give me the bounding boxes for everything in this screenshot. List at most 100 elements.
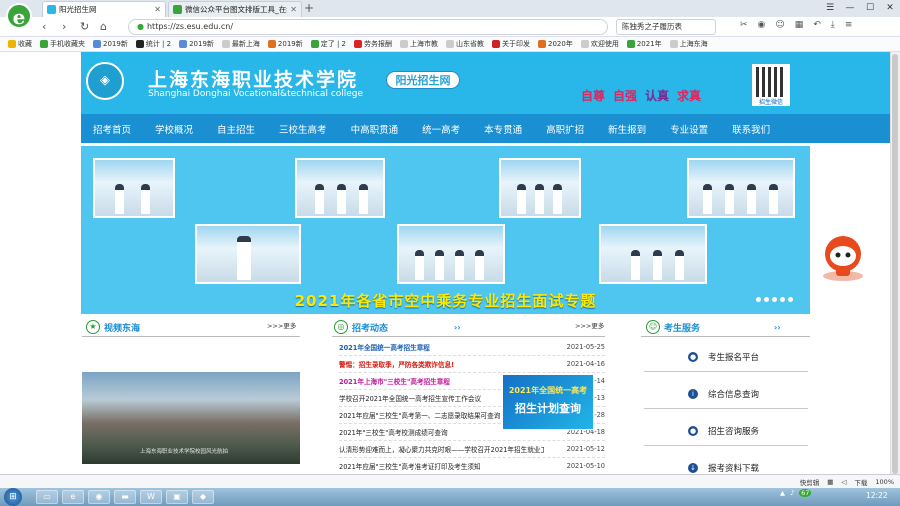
bookmark-item[interactable]: 2020年 [538, 39, 573, 49]
taskbar-explorer-icon[interactable]: ▭ [36, 490, 58, 504]
divider [82, 336, 300, 337]
minimize-icon[interactable]: — [840, 0, 860, 17]
bookmark-item[interactable]: 山东省教 [446, 39, 484, 49]
bookmark-item[interactable]: 2021年 [626, 39, 662, 49]
banner-photo [93, 158, 175, 218]
taskbar-folder-icon[interactable]: ▬ [114, 490, 136, 504]
wechat-qr-code: 招生微信 [752, 64, 790, 106]
nav-home[interactable]: 招考首页 [93, 122, 131, 136]
browser-logo-icon[interactable]: e [6, 3, 32, 29]
new-tab-icon[interactable]: + [304, 1, 314, 15]
nav-bachelor-link[interactable]: 本专贯通 [484, 122, 522, 136]
network-icon[interactable]: ▲ [780, 489, 785, 497]
nav-national-exam[interactable]: 统一高考 [422, 122, 460, 136]
tray-badge[interactable]: 67 [799, 489, 812, 497]
school-emblem-icon: ◈ [86, 62, 124, 100]
news-item[interactable]: 2021年应届"三校生"高考准考证打印及考生须知 2021-05-10 [339, 458, 605, 475]
quick-edit-button[interactable]: 快剪辑 [800, 477, 820, 487]
volume-icon[interactable]: ♪ [790, 489, 794, 497]
banner-photo [499, 158, 581, 218]
bookmark-item[interactable]: 2019新 [267, 39, 303, 49]
browser-search-input[interactable]: 陈独秀之子履历表 [616, 19, 716, 35]
chat-robot-icon[interactable] [818, 232, 868, 284]
refresh-icon[interactable]: ↻ [80, 20, 89, 33]
school-motto: 自尊 自强 认真 求真 [580, 87, 702, 104]
bookmark-item[interactable]: 2019新 [93, 39, 128, 49]
service-label: 考生报名平台 [708, 352, 760, 363]
nav-registration[interactable]: 新生报到 [608, 122, 646, 136]
video-section-header: ★ 视频东海 [86, 320, 140, 334]
maximize-icon[interactable]: ☐ [860, 0, 880, 17]
bookmark-item[interactable]: 欢迎使用 [580, 39, 619, 49]
nav-majors[interactable]: 专业设置 [670, 122, 708, 136]
scissors-icon[interactable]: ✂ [740, 20, 748, 30]
forward-icon[interactable]: › [62, 20, 66, 33]
news-section-title: 招考动态 [352, 323, 389, 334]
bookmark-item[interactable]: 劳务报酬 [354, 39, 392, 49]
service-link[interactable]: ● 招生咨询服务 [644, 416, 808, 446]
system-tray: ▲ ♪ 67 [780, 489, 812, 497]
school-name-en: Shanghai Donghai Vocational&technical co… [148, 89, 364, 99]
popup-line-1: 2021年全国统一高考 [508, 386, 588, 395]
video-more-link[interactable]: >>>更多 [267, 320, 296, 330]
bookmark-item[interactable]: 上海东海 [669, 39, 708, 49]
start-button-icon[interactable]: ⊞ [4, 488, 22, 506]
status-download-button[interactable]: 下载 [854, 477, 867, 487]
news-item[interactable]: 警惕：招生录取季，严防各类欺诈信息! 2021-04-16 [339, 356, 605, 373]
bookmark-item[interactable]: 手机收藏夹 [40, 39, 85, 49]
news-item[interactable]: 认清形势迎难而上，凝心聚力共克时艰——学校召开2021年招生就业工作会议 202… [339, 441, 605, 458]
service-link[interactable]: ● 考生报名平台 [644, 342, 808, 372]
tab-active[interactable]: 阳光招生网 ✕ [42, 1, 166, 17]
taskbar-browser-icon[interactable]: e [62, 490, 84, 504]
service-link[interactable]: i 综合信息查询 [644, 379, 808, 409]
address-bar[interactable]: ● https://zs.esu.edu.cn/ [128, 19, 608, 35]
bookmark-item[interactable]: 2019新 [179, 39, 214, 49]
back-icon[interactable]: ‹ [42, 20, 46, 33]
bookmark-item[interactable]: 最新上海 [221, 39, 260, 49]
menu-icon[interactable]: ≡ [845, 20, 853, 30]
bookmark-item[interactable]: 上海市教 [400, 39, 438, 49]
nav-about[interactable]: 学校概况 [155, 122, 193, 136]
nav-contact[interactable]: 联系我们 [732, 122, 770, 136]
news-more-link[interactable]: >>>更多 [575, 320, 604, 330]
browser-status-bar: 快剪辑 ▦ ◁ 下载 100% [0, 474, 900, 488]
nav-self-enrollment[interactable]: 自主招生 [217, 122, 255, 136]
home-icon[interactable]: ⌂ [100, 20, 107, 33]
banner-photo [295, 158, 385, 218]
news-title: 2021年全国统一高考招生章程 [339, 344, 430, 352]
nav-expansion[interactable]: 高职扩招 [546, 122, 584, 136]
download-icon[interactable]: ⤓ [831, 20, 835, 30]
taskbar-app-icon[interactable]: ▣ [166, 490, 188, 504]
menu-icon[interactable]: ☰ [820, 0, 840, 17]
motto-word: 自尊 [581, 89, 606, 103]
taskbar-app-icon[interactable]: ◆ [192, 490, 214, 504]
nav-secondary-higher[interactable]: 中高职贯通 [351, 122, 399, 136]
carousel-dots[interactable] [756, 297, 793, 302]
news-item[interactable]: 2021年全国统一高考招生章程 2021-05-25 [339, 339, 605, 356]
enrollment-plan-popup[interactable]: 2021年全国统一高考 招生计划查询 [502, 374, 594, 430]
banner-carousel[interactable] [81, 146, 810, 314]
bookmark-item[interactable]: 统计 | 2 [135, 39, 171, 49]
tab-inactive[interactable]: 微信公众平台图文排版工具_在线 ✕ [168, 1, 302, 17]
close-icon[interactable]: ✕ [880, 0, 900, 17]
banner-photo [687, 158, 795, 218]
bookmark-item[interactable]: 定了 | 2 [310, 39, 346, 49]
undo-icon[interactable]: ↶ [813, 20, 821, 30]
taskbar-chrome-icon[interactable]: ◉ [88, 490, 110, 504]
service-label: 综合信息查询 [708, 389, 760, 400]
user-icon[interactable]: ☺ [775, 20, 784, 30]
taskbar-app-icon[interactable]: W [140, 490, 162, 504]
extension-icon[interactable]: ◉ [758, 20, 766, 30]
close-icon[interactable]: ✕ [154, 5, 161, 14]
nav-three-school-exam[interactable]: 三校生高考 [279, 122, 327, 136]
bookmark-item[interactable]: 关于印发 [492, 39, 530, 49]
speaker-icon[interactable]: ◁ [841, 478, 846, 486]
zoom-level[interactable]: 100% [875, 478, 894, 486]
scrollbar-thumb[interactable] [892, 54, 898, 474]
motto-word: 求真 [677, 89, 702, 103]
grid-icon[interactable]: ▦ [795, 20, 804, 30]
qr-label: 招生微信 [758, 99, 783, 106]
bookmark-item[interactable]: 收藏 [8, 39, 32, 49]
grid-icon[interactable]: ▦ [827, 478, 833, 486]
close-icon[interactable]: ✕ [290, 5, 297, 14]
